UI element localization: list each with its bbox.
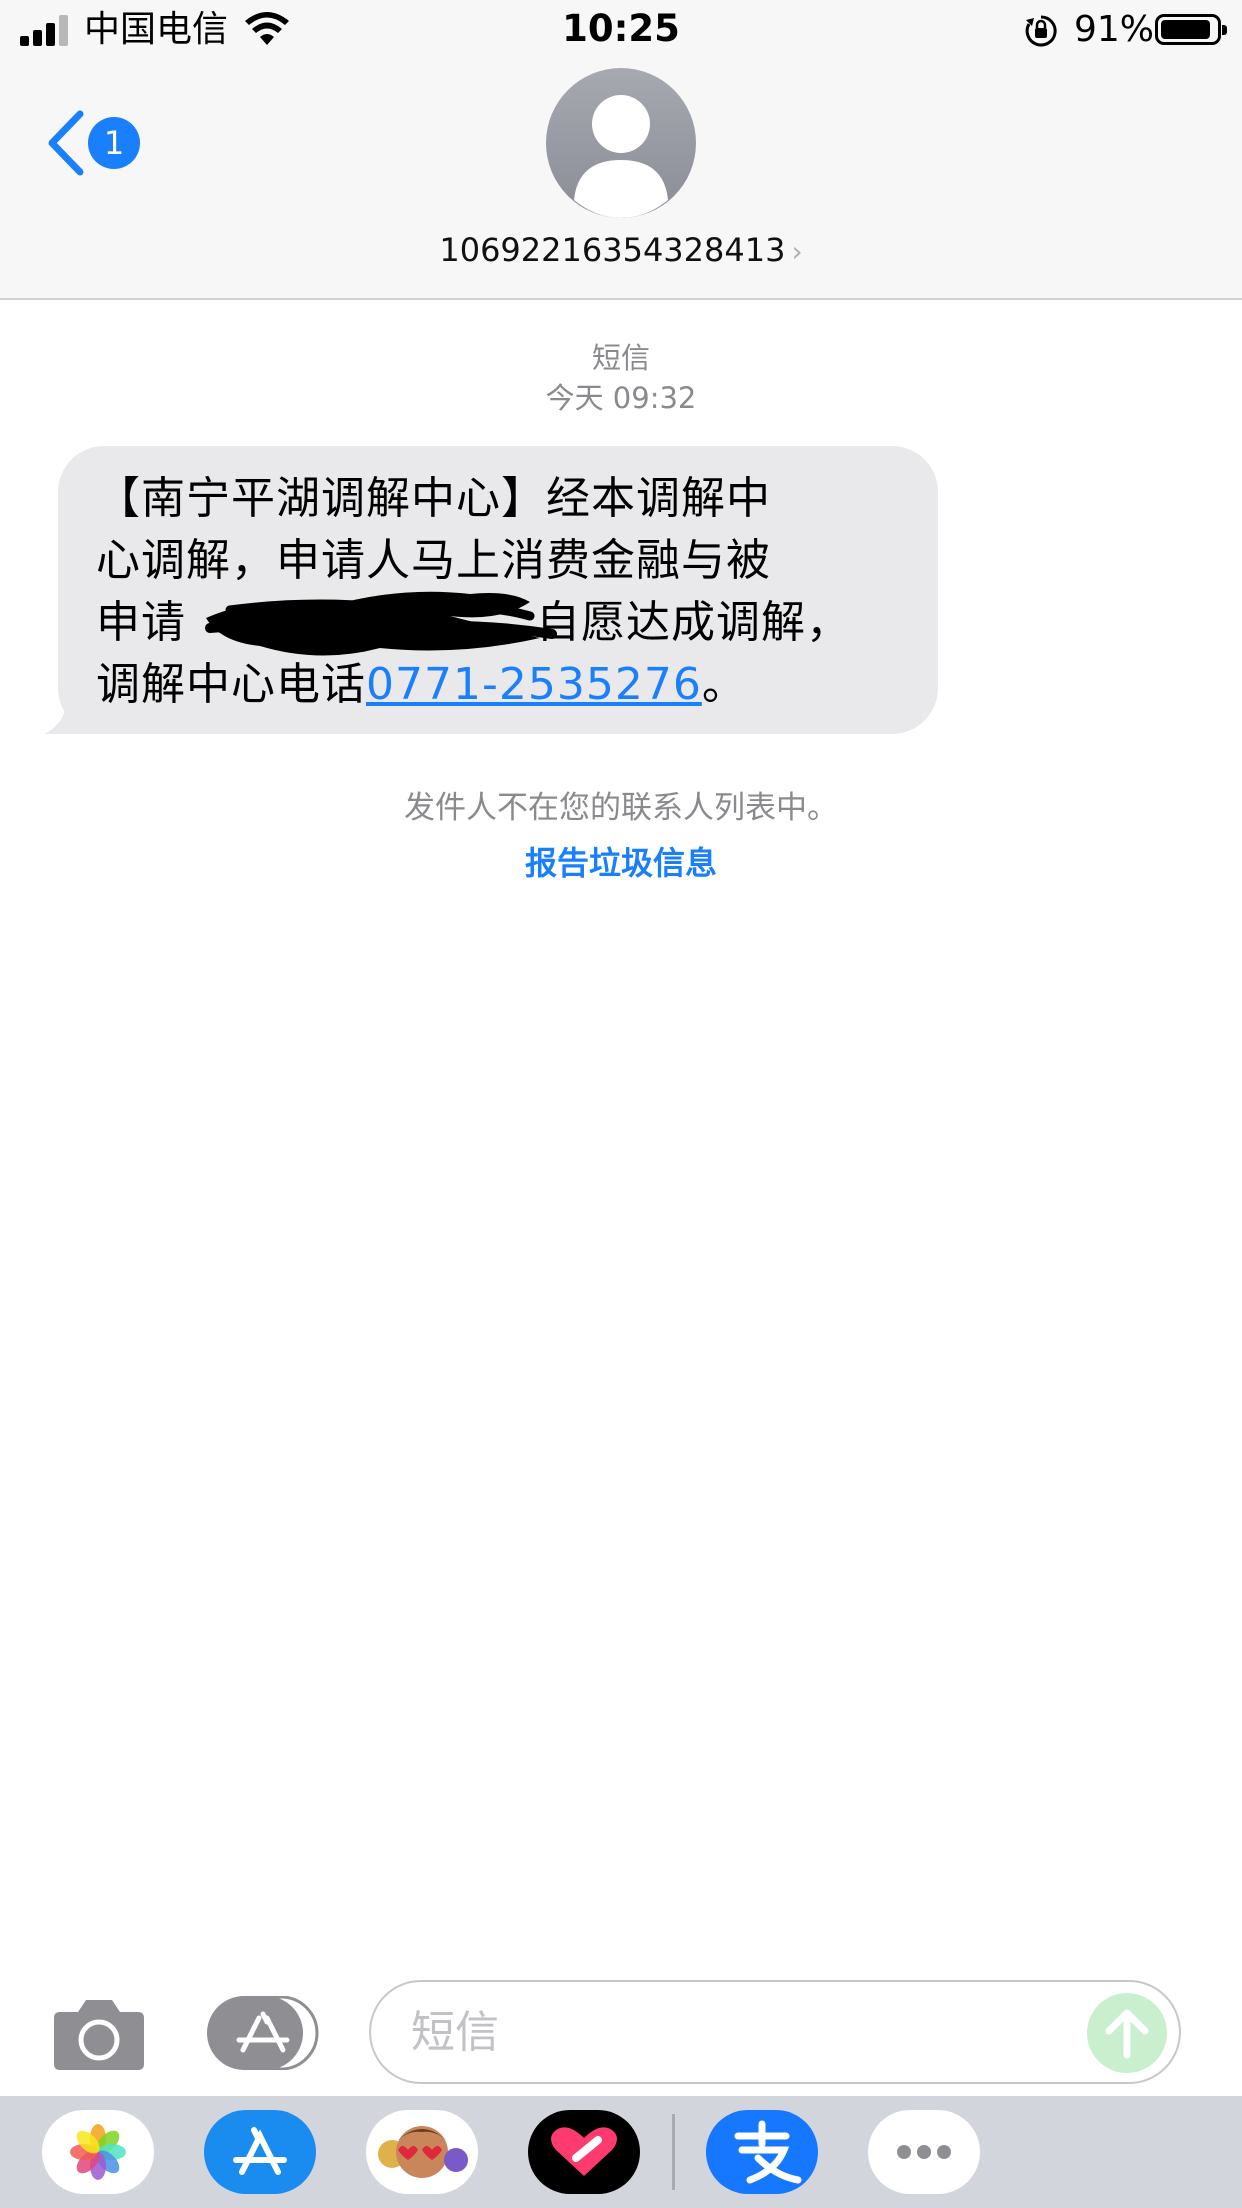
- message-input-placeholder: 短信: [411, 2007, 499, 2058]
- orientation-lock-icon: [1025, 15, 1057, 47]
- app-store-app[interactable]: [204, 2110, 316, 2194]
- service-label: 短信: [591, 341, 650, 375]
- battery-percent: 91%: [1074, 9, 1155, 50]
- app-store-button[interactable]: [207, 1995, 319, 2071]
- app-store-toggle-icon: [207, 1995, 319, 2071]
- alipay-app[interactable]: [706, 2110, 818, 2194]
- photos-app[interactable]: [42, 2110, 154, 2194]
- back-button[interactable]: 1: [46, 110, 156, 180]
- digital-touch-app[interactable]: [528, 2110, 640, 2194]
- battery-icon: [1155, 14, 1227, 45]
- report-junk-link[interactable]: 报告垃圾信息: [0, 843, 1242, 883]
- message-timestamp: 今天 09:32: [545, 381, 697, 415]
- send-button[interactable]: [1087, 1993, 1167, 2073]
- arrow-up-icon: [1105, 2009, 1149, 2059]
- app-store-icon: [233, 2127, 287, 2175]
- more-icon: [897, 2145, 951, 2159]
- drawer-divider: [672, 2114, 675, 2190]
- more-apps-button[interactable]: [868, 2110, 980, 2194]
- memoji-stickers-icon: [378, 2126, 468, 2178]
- redaction-scribble: [205, 591, 557, 656]
- chevron-right-icon: ›: [791, 235, 803, 268]
- contact-name[interactable]: 10692216354328413 ›: [0, 230, 1242, 272]
- unread-count-badge: 1: [88, 117, 140, 169]
- memoji-app[interactable]: [366, 2110, 478, 2194]
- person-icon: [574, 95, 668, 218]
- conversation-header: 1 10692216354328413 ›: [0, 62, 1242, 300]
- chevron-left-icon: [48, 110, 84, 176]
- alipay-icon: [734, 2120, 802, 2184]
- imessage-app-drawer: [0, 2096, 1242, 2208]
- message-line-1: 【南宁平湖调解中心】经本调解中: [96, 473, 771, 524]
- digital-touch-icon: [551, 2127, 617, 2176]
- contact-number: 10692216354328413: [439, 231, 786, 269]
- message-input[interactable]: 短信: [369, 1980, 1181, 2084]
- camera-icon: [54, 2000, 144, 2070]
- status-bar: 中国电信 10:25 91%: [0, 0, 1242, 62]
- contact-avatar[interactable]: [546, 68, 696, 218]
- camera-button[interactable]: [54, 1996, 144, 2070]
- sender-not-in-contacts: 发件人不在您的联系人列表中。: [404, 790, 838, 826]
- photos-icon: [70, 2124, 126, 2180]
